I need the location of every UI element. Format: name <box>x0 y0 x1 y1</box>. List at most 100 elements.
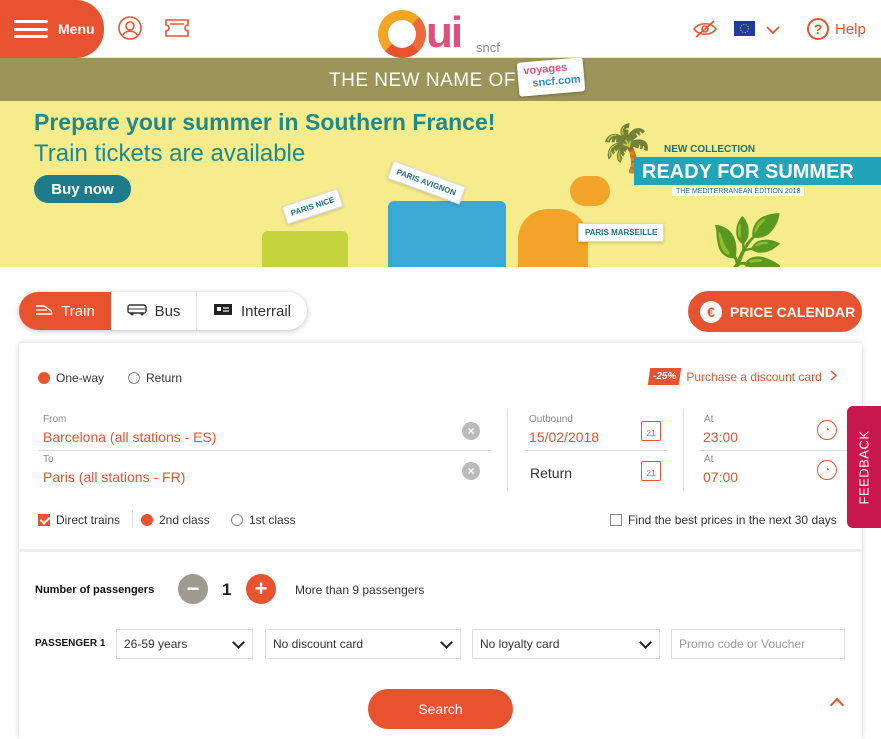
checkbox-checked <box>38 514 50 526</box>
return-label: Return <box>146 371 183 385</box>
collapse-chevron-up-icon[interactable] <box>829 697 845 713</box>
ticket-tag: PARIS MARSEILLE <box>578 223 665 242</box>
radio-unselected <box>128 372 140 384</box>
menu-button[interactable]: Menu <box>0 0 104 58</box>
passengers-label: Number of passengers <box>35 584 155 596</box>
bikini-top-image <box>570 176 610 206</box>
clock-icon[interactable]: ◔ <box>817 420 837 440</box>
checkbox-unchecked <box>610 514 622 526</box>
clothing-image <box>262 231 348 267</box>
discount-label: Purchase a discount card <box>686 369 822 384</box>
more-than-9-link[interactable]: More than 9 passengers <box>295 583 424 597</box>
top-header: Menu ui sncf ? Help <box>0 0 881 58</box>
language-chevron-down-icon[interactable] <box>766 22 780 40</box>
accessibility-eye-icon[interactable] <box>692 19 718 44</box>
feedback-tab[interactable]: FEEDBACK <box>847 406 881 528</box>
bus-icon <box>126 303 147 320</box>
best-prices-checkbox[interactable]: Find the best prices in the next 30 days <box>610 513 837 527</box>
to-field[interactable]: Paris (all stations - FR) <box>43 469 185 485</box>
loyalty-card-select[interactable]: No loyalty card <box>472 629 660 659</box>
rebrand-text: THE NEW NAME OF <box>329 70 516 91</box>
ticket-tag: PARIS AVIGNON <box>387 160 466 205</box>
calendar-icon[interactable]: 21 <box>641 461 661 481</box>
tab-interrail[interactable]: Interrail <box>197 292 307 330</box>
chevron-down-icon <box>232 636 245 649</box>
transport-mode-tabs: Train Bus Interrail <box>19 292 307 330</box>
euro-icon: € <box>700 300 722 323</box>
divider <box>38 450 491 451</box>
from-label: From <box>43 414 67 425</box>
ready-for-summer-label: READY FOR SUMMER <box>642 161 854 183</box>
logo-o-shape <box>378 10 426 58</box>
promo-subheadline: Train tickets are available <box>34 140 306 167</box>
outbound-label: Outbound <box>529 414 573 425</box>
direct-trains-checkbox[interactable]: Direct trains <box>38 513 120 527</box>
age-select-value: 26-59 years <box>124 637 188 651</box>
trip-one-way-radio[interactable]: One-way <box>38 371 104 385</box>
promo-code-input[interactable] <box>671 629 845 659</box>
help-link[interactable]: ? Help <box>807 18 866 40</box>
rebrand-banner[interactable]: THE NEW NAME OF <box>0 58 881 101</box>
discount-card-select-value: No discount card <box>273 637 364 651</box>
edition-label: THE MEDITERRANEAN EDITION 2018 <box>672 187 805 196</box>
passenger1-label: PASSENGER 1 <box>35 638 106 649</box>
clear-to-icon[interactable]: × <box>462 462 480 480</box>
buy-now-button[interactable]: Buy now <box>34 175 131 203</box>
discount-card-select[interactable]: No discount card <box>265 629 461 659</box>
new-collection-label: NEW COLLECTION <box>664 144 756 155</box>
oui-sncf-logo[interactable]: ui sncf <box>378 8 513 58</box>
promo-headline: Prepare your summer in Southern France! <box>34 109 496 135</box>
decrease-passengers-button[interactable]: − <box>178 574 208 604</box>
chevron-down-icon <box>639 636 652 649</box>
increase-passengers-button[interactable]: + <box>246 574 276 604</box>
price-calendar-button[interactable]: € PRICE CALENDAR <box>688 291 862 332</box>
logo-text: ui <box>426 8 463 57</box>
interrail-pass-icon <box>213 303 233 320</box>
ticket-icon[interactable] <box>164 18 190 43</box>
ticket-tag: PARIS NICE <box>281 188 344 225</box>
eu-flag-icon[interactable] <box>734 21 755 41</box>
trip-return-radio[interactable]: Return <box>128 371 182 385</box>
at-label: At <box>704 454 714 465</box>
price-calendar-label: PRICE CALENDAR <box>730 303 856 320</box>
return-time-field[interactable]: 07:00 <box>703 469 738 485</box>
radio-selected <box>38 372 50 384</box>
chevron-down-icon <box>440 636 453 649</box>
second-class-label: 2nd class <box>159 513 210 527</box>
palm-leaf-icon: 🌿 <box>710 213 785 267</box>
promo-banner[interactable]: Prepare your summer in Southern France! … <box>0 101 881 267</box>
tab-bus-label: Bus <box>154 302 181 320</box>
menu-label: Menu <box>58 21 95 37</box>
outbound-date-field[interactable]: 15/02/2018 <box>529 429 599 445</box>
account-icon[interactable] <box>118 16 142 45</box>
tab-train-label: Train <box>61 302 95 320</box>
tab-interrail-label: Interrail <box>240 302 292 320</box>
tab-train[interactable]: Train <box>19 292 111 330</box>
outbound-time-field[interactable]: 23:00 <box>703 429 738 445</box>
divider <box>507 409 508 491</box>
clear-from-icon[interactable]: × <box>462 422 480 440</box>
direct-trains-label: Direct trains <box>56 513 121 527</box>
clock-icon[interactable]: ◔ <box>817 460 837 480</box>
age-select[interactable]: 26-59 years <box>116 629 253 659</box>
second-class-radio[interactable]: 2nd class <box>141 513 210 527</box>
first-class-radio[interactable]: 1st class <box>231 513 296 527</box>
first-class-label: 1st class <box>249 513 296 527</box>
loyalty-card-select-value: No loyalty card <box>480 637 560 651</box>
to-label: To <box>43 454 54 465</box>
divider <box>699 450 847 451</box>
from-field[interactable]: Barcelona (all stations - ES) <box>43 429 217 445</box>
calendar-icon[interactable]: 21 <box>641 421 661 441</box>
chevron-right-icon <box>830 369 837 384</box>
help-label: Help <box>835 20 866 38</box>
swim-shorts-image <box>388 201 506 267</box>
best-prices-label: Find the best prices in the next 30 days <box>628 513 837 527</box>
search-button[interactable]: Search <box>368 689 513 729</box>
tab-bus[interactable]: Bus <box>111 292 197 330</box>
discount-card-link[interactable]: -25% Purchase a discount card <box>647 368 837 385</box>
train-icon <box>35 303 53 320</box>
divider <box>683 409 684 491</box>
logo-sub: sncf <box>476 40 500 55</box>
return-date-field[interactable]: Return <box>530 465 572 481</box>
at-label: At <box>704 414 714 425</box>
